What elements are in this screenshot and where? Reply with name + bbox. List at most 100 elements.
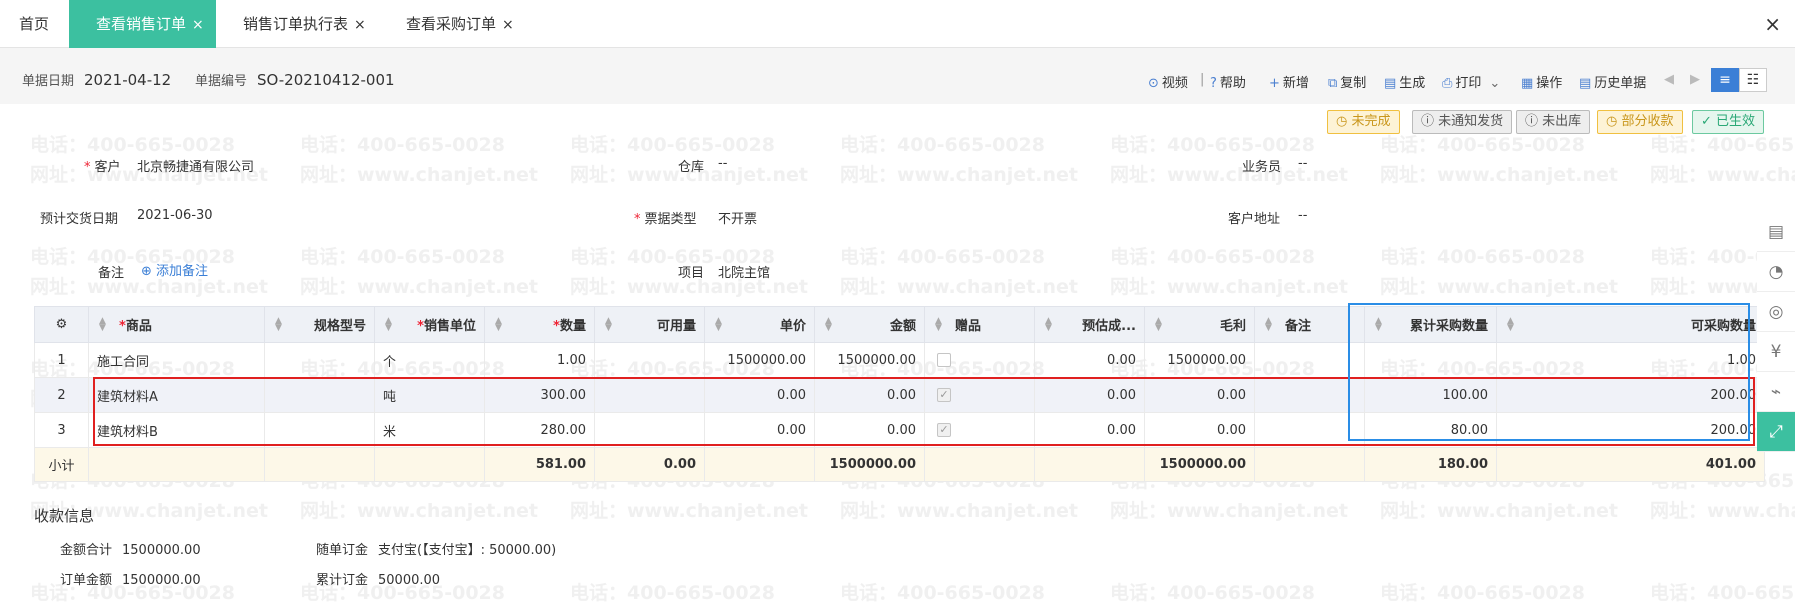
tab-sales-order-view[interactable]: 查看销售订单 × xyxy=(69,0,216,48)
sort-icon[interactable]: ▲ ▼ xyxy=(385,317,392,333)
gift-checkbox[interactable] xyxy=(937,353,951,367)
cell-price[interactable]: 0.00 xyxy=(704,377,815,413)
operate-button[interactable]: ▦ 操作 xyxy=(1521,72,1562,91)
tab-sales-execution[interactable]: 销售订单执行表 × xyxy=(243,0,366,48)
cell-gift[interactable]: ✓ xyxy=(924,377,1035,413)
cell-note[interactable] xyxy=(1254,377,1365,413)
col-product[interactable]: ▲ ▼ *商品 xyxy=(88,306,265,343)
invoice-type-value[interactable]: 不开票 xyxy=(718,208,757,227)
history-button[interactable]: ▤ 历史单据 xyxy=(1579,72,1646,91)
table-row[interactable]: 3 建筑材料B 米 280.00 0.00 0.00 ✓ 0.00 0.00 8… xyxy=(34,412,1765,448)
table-row[interactable]: 2 建筑材料A 吨 300.00 0.00 0.00 ✓ 0.00 0.00 1… xyxy=(34,377,1765,413)
prev-record-icon[interactable]: ◀ xyxy=(1664,72,1674,87)
col-amount[interactable]: ▲ ▼ 金额 xyxy=(814,306,925,343)
sort-icon[interactable]: ▲ ▼ xyxy=(605,317,612,333)
close-icon[interactable]: × xyxy=(354,17,366,33)
address-value[interactable]: -- xyxy=(1298,208,1307,223)
cell-unit[interactable]: 米 xyxy=(374,412,485,448)
col-can-purchase[interactable]: ▲ ▼ 可采购数量 xyxy=(1496,306,1765,343)
col-cum-purchase[interactable]: ▲ ▼ 累计采购数量 xyxy=(1364,306,1497,343)
card-view-icon[interactable]: ☷ xyxy=(1739,68,1767,92)
sort-icon[interactable]: ▲ ▼ xyxy=(1045,317,1052,333)
cell-amount[interactable]: 1500000.00 xyxy=(814,342,925,378)
cell-empty xyxy=(1254,447,1365,482)
cell-empty xyxy=(1034,447,1145,482)
copy-button[interactable]: ⧉ 复制 xyxy=(1328,72,1366,91)
salesman-value[interactable]: -- xyxy=(1298,156,1307,171)
cell-spec[interactable] xyxy=(264,412,375,448)
list-view-icon[interactable]: ≡ xyxy=(1711,68,1739,92)
cell-unit[interactable]: 个 xyxy=(374,342,485,378)
cell-qty[interactable]: 280.00 xyxy=(484,412,595,448)
cell-price[interactable]: 0.00 xyxy=(704,412,815,448)
col-est-cost[interactable]: ▲ ▼ 预估成... xyxy=(1034,306,1145,343)
plus-circle-icon: ⊕ xyxy=(141,264,157,279)
generate-button[interactable]: ▤ 生成 xyxy=(1384,72,1425,91)
sort-icon[interactable]: ▲ ▼ xyxy=(715,317,722,333)
new-button[interactable]: + 新增 xyxy=(1269,72,1309,91)
watermark-phone: 电话：400-665-0028 xyxy=(1380,246,1585,268)
print-button[interactable]: ⎙ 打印 ⌄ xyxy=(1442,72,1500,91)
approval-icon[interactable]: ◎ xyxy=(1757,292,1795,332)
expand-icon[interactable]: ⤢ xyxy=(1757,412,1795,452)
col-note[interactable]: ▲ ▼ 备注 xyxy=(1254,306,1365,343)
cell-qty[interactable]: 1.00 xyxy=(484,342,595,378)
delivery-date-value[interactable]: 2021-06-30 xyxy=(137,208,213,223)
sort-icon[interactable]: ▲ ▼ xyxy=(1155,317,1162,333)
table-row[interactable]: 1 施工合同 个 1.00 1500000.00 1500000.00 0.00… xyxy=(34,342,1765,378)
add-remark-button[interactable]: ⊕ 添加备注 xyxy=(141,260,208,279)
col-price[interactable]: ▲ ▼ 单价 xyxy=(704,306,815,343)
sort-icon[interactable]: ▲ ▼ xyxy=(1265,317,1272,333)
close-icon[interactable]: × xyxy=(192,17,204,33)
project-value[interactable]: 北院主馆 xyxy=(718,262,770,281)
cell-product[interactable]: 建筑材料B xyxy=(88,412,265,448)
col-unit[interactable]: ▲ ▼ *销售单位 xyxy=(374,306,485,343)
cell-empty xyxy=(264,447,375,482)
sort-icon[interactable]: ▲ ▼ xyxy=(935,317,942,333)
video-button[interactable]: ⊙ 视频 xyxy=(1148,72,1188,91)
sort-icon[interactable]: ▲ ▼ xyxy=(275,317,282,333)
close-icon[interactable]: × xyxy=(502,17,514,33)
cell-gift[interactable]: ✓ xyxy=(924,412,1035,448)
cell-gift[interactable] xyxy=(924,342,1035,378)
col-available[interactable]: ▲ ▼ 可用量 xyxy=(594,306,705,343)
help-button[interactable]: ? 帮助 xyxy=(1210,72,1246,91)
cell-product[interactable]: 施工合同 xyxy=(88,342,265,378)
cell-note[interactable] xyxy=(1254,412,1365,448)
customer-value[interactable]: 北京畅捷通有限公司 xyxy=(137,156,254,175)
gift-checkbox[interactable]: ✓ xyxy=(937,388,951,402)
col-gift[interactable]: ▲ ▼ 赠品 xyxy=(924,306,1035,343)
col-qty[interactable]: ▲ ▼ *数量 xyxy=(484,306,595,343)
tab-home[interactable]: 首页 xyxy=(19,0,49,48)
sort-icon[interactable]: ▲ ▼ xyxy=(1375,317,1382,333)
warehouse-value[interactable]: -- xyxy=(718,156,727,171)
tab-purchase-order-view[interactable]: 查看采购订单 × xyxy=(406,0,514,48)
sort-icon[interactable]: ▲ ▼ xyxy=(495,317,502,333)
col-spec[interactable]: ▲ ▼ 规格型号 xyxy=(264,306,375,343)
history-icon[interactable]: ◔ xyxy=(1757,252,1795,292)
attachment-icon[interactable]: ⌁ xyxy=(1757,372,1795,412)
cell-qty[interactable]: 300.00 xyxy=(484,377,595,413)
cell-amount[interactable]: 0.00 xyxy=(814,377,925,413)
cell-spec[interactable] xyxy=(264,342,375,378)
sort-icon[interactable]: ▲ ▼ xyxy=(825,317,832,333)
next-record-icon[interactable]: ▶ xyxy=(1690,72,1700,87)
window-close-icon[interactable]: × xyxy=(1764,12,1781,36)
finance-icon[interactable]: ¥ xyxy=(1757,332,1795,372)
sort-icon[interactable]: ▲ ▼ xyxy=(1507,317,1514,333)
chevron-down-icon[interactable]: ⌄ xyxy=(1489,76,1500,91)
cell-note[interactable] xyxy=(1254,342,1365,378)
col-profit[interactable]: ▲ ▼ 毛利 xyxy=(1144,306,1255,343)
cell-price[interactable]: 1500000.00 xyxy=(704,342,815,378)
printer-icon: ⎙ xyxy=(1442,76,1453,91)
order-amount: 订单金额 1500000.00 xyxy=(60,569,201,588)
cell-product[interactable]: 建筑材料A xyxy=(88,377,265,413)
cell-spec[interactable] xyxy=(264,377,375,413)
column-settings-icon[interactable]: ⚙ xyxy=(34,306,89,343)
sort-icon[interactable]: ▲ ▼ xyxy=(99,317,106,333)
cell-unit[interactable]: 吨 xyxy=(374,377,485,413)
document-icon[interactable]: ▤ xyxy=(1757,212,1795,252)
deposit-value[interactable]: 支付宝(【支付宝】: 50000.00) xyxy=(378,543,556,558)
cell-amount[interactable]: 0.00 xyxy=(814,412,925,448)
gift-checkbox[interactable]: ✓ xyxy=(937,423,951,437)
